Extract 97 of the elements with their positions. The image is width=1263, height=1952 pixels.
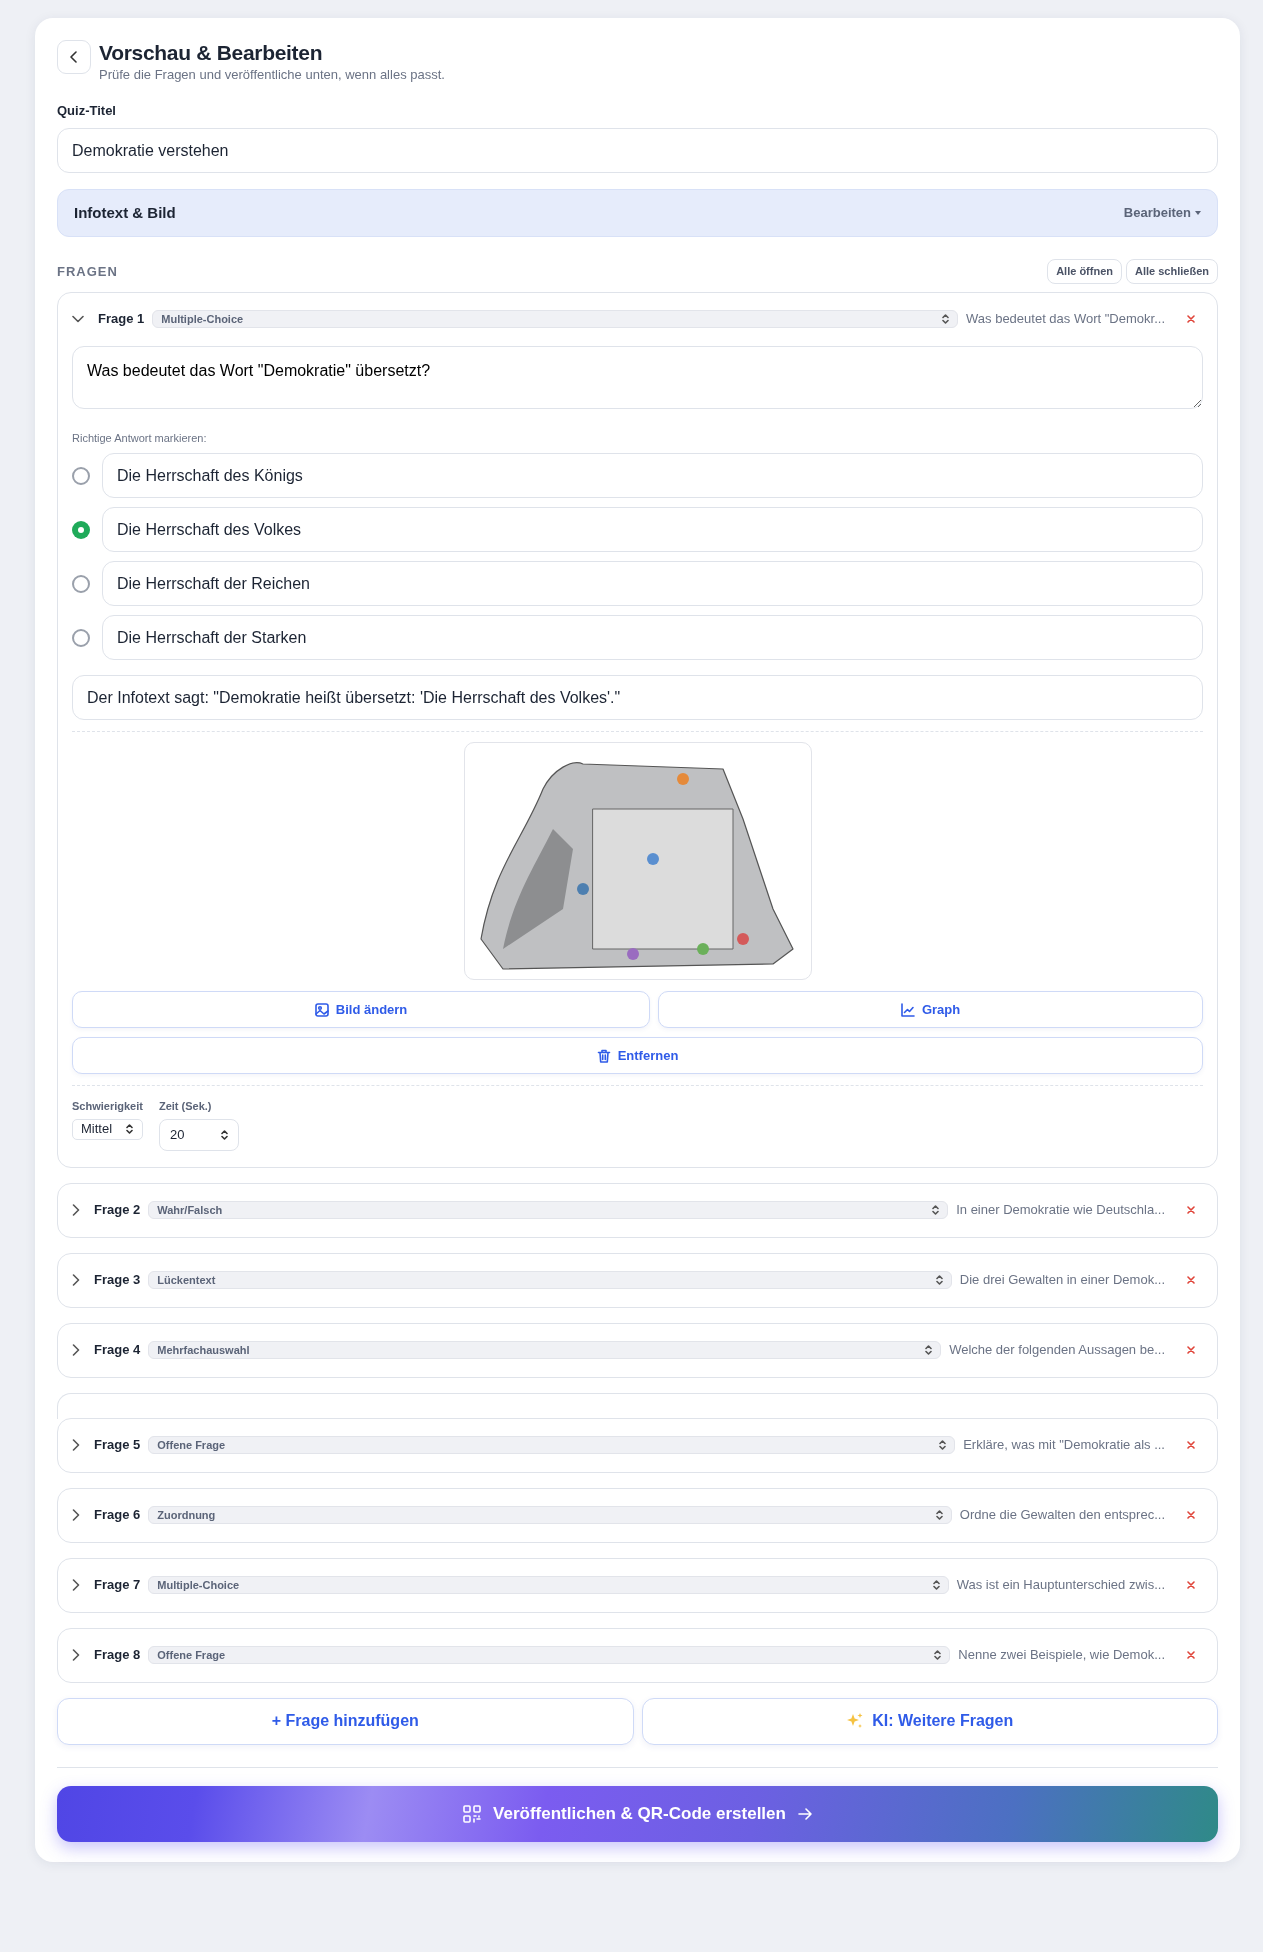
chevron-right-icon <box>72 1274 80 1287</box>
back-button[interactable] <box>57 40 91 74</box>
question-label: Frage 8 <box>94 1646 141 1665</box>
question-preview: Nenne zwei Beispiele, wie Demok... <box>958 1646 1165 1665</box>
question-type-select[interactable]: Multiple-Choice <box>152 310 958 329</box>
close-icon <box>1187 1511 1195 1520</box>
chevron-right-icon <box>72 1439 80 1452</box>
updown-chevron-icon <box>932 1205 940 1216</box>
question-type-select[interactable]: Wahr/Falsch <box>148 1201 949 1220</box>
question-label: Frage 3 <box>94 1271 141 1290</box>
question-type-select[interactable]: Zuordnung <box>148 1506 952 1525</box>
updown-chevron-icon <box>932 1580 940 1591</box>
updown-chevron-icon <box>935 1275 943 1286</box>
question-preview: Die drei Gewalten in einer Demok... <box>959 1271 1165 1290</box>
ai-questions-button[interactable]: KI: Weitere Fragen <box>641 1697 1218 1745</box>
chevron-right-icon <box>72 1649 80 1662</box>
page-subtitle: Prüfe die Fragen und veröffentliche unten, wenn alles passt. <box>99 66 445 85</box>
difficulty-select[interactable]: Mittel <box>72 1118 143 1140</box>
updown-chevron-icon <box>939 1440 947 1451</box>
expand-toggle[interactable] <box>72 1274 80 1287</box>
graph-button[interactable]: Graph <box>658 991 1203 1029</box>
question-label: Frage 4 <box>94 1341 141 1360</box>
expand-toggle[interactable] <box>72 1579 80 1592</box>
line-chart-icon <box>900 1002 915 1017</box>
question-label: Frage 5 <box>94 1436 141 1455</box>
radio-button[interactable] <box>72 520 90 539</box>
radio-button[interactable] <box>72 574 90 593</box>
remove-button[interactable]: Entfernen <box>72 1037 1203 1075</box>
question-type-select[interactable]: Lückentext <box>148 1271 952 1290</box>
question-preview: Erkläre, was mit "Demokratie als ... <box>963 1436 1165 1455</box>
image-icon <box>314 1002 329 1017</box>
close-icon <box>1187 1206 1195 1215</box>
expand-toggle[interactable] <box>72 1204 80 1217</box>
trash-icon <box>596 1048 611 1063</box>
updown-chevron-icon <box>220 1129 228 1140</box>
question-type-select[interactable]: Mehrfachauswahl <box>148 1341 942 1360</box>
chevron-right-icon <box>72 1344 80 1357</box>
info-section-bar[interactable]: Infotext & Bild Bearbeiten <box>57 189 1218 238</box>
question-type-select[interactable]: Offene Frage <box>148 1436 956 1455</box>
collapse-toggle[interactable] <box>72 315 84 324</box>
answer-field[interactable]: Die Herrschaft der Reichen <box>102 561 1203 607</box>
updown-chevron-icon <box>935 1510 943 1521</box>
chevron-down-icon <box>72 315 84 324</box>
page-title: Vorschau & Bearbeiten <box>99 40 324 66</box>
chevron-right-icon <box>72 1204 80 1217</box>
question-label: Frage 6 <box>94 1506 141 1525</box>
expand-toggle[interactable] <box>72 1509 80 1522</box>
section-heading: FRAGEN <box>57 262 118 281</box>
close-icon <box>1187 315 1195 324</box>
arrow-right-icon <box>797 1807 812 1820</box>
updown-chevron-icon <box>126 1124 134 1135</box>
section-title: Infotext & Bild <box>74 202 176 223</box>
caret-down-icon <box>1195 211 1201 216</box>
updown-chevron-icon <box>942 314 949 325</box>
quiz-title-field[interactable]: Demokratie verstehen <box>57 128 1218 174</box>
answer-field[interactable]: Die Herrschaft des Königs <box>102 453 1203 499</box>
change-image-button[interactable]: Bild ändern <box>72 991 651 1029</box>
answers-label: Richtige Antwort markieren: <box>72 430 208 446</box>
expand-toggle[interactable] <box>72 1649 80 1662</box>
close-icon <box>1187 1441 1195 1450</box>
publish-button[interactable]: Veröffentlichen & QR-Code erstellen <box>57 1785 1218 1842</box>
collapse-all-button[interactable]: Alle schließen <box>1126 259 1218 284</box>
chevron-left-icon <box>69 51 79 63</box>
radio-button[interactable] <box>72 466 90 485</box>
edit-dropdown[interactable]: Bearbeiten <box>1123 203 1201 223</box>
close-icon <box>1187 1651 1195 1660</box>
expand-toggle[interactable] <box>72 1439 80 1452</box>
question-label: Frage 2 <box>94 1201 141 1220</box>
question-text-field[interactable]: Was bedeutet das Wort "Demokratie" übersetzt? <box>72 345 1203 409</box>
question-preview: Ordne die Gewalten den entsprec... <box>959 1506 1165 1525</box>
chevron-right-icon <box>72 1509 80 1522</box>
qr-code-icon <box>463 1804 482 1823</box>
close-icon <box>1187 1346 1195 1355</box>
close-icon <box>1187 1581 1195 1590</box>
updown-chevron-icon <box>934 1650 942 1661</box>
question-preview: In einer Demokratie wie Deutschla... <box>956 1201 1165 1220</box>
expand-toggle[interactable] <box>72 1344 80 1357</box>
field-label: Quiz-Titel <box>57 101 117 120</box>
setting-label: Schwierigkeit <box>72 1099 143 1115</box>
add-question-button[interactable]: + Frage hinzufügen <box>57 1697 634 1745</box>
time-number-field[interactable]: 20 <box>158 1118 239 1151</box>
setting-label: Zeit (Sek.) <box>158 1099 213 1115</box>
answer-field[interactable]: Die Herrschaft der Starken <box>102 615 1203 661</box>
question-label: Frage 7 <box>94 1576 141 1595</box>
close-icon <box>1187 1276 1195 1285</box>
question-preview: Welche der folgenden Aussagen be... <box>949 1341 1165 1360</box>
question-type-select[interactable]: Offene Frage <box>148 1646 951 1665</box>
updown-chevron-icon <box>925 1345 933 1356</box>
question-type-select[interactable]: Multiple-Choice <box>148 1576 949 1595</box>
answer-field[interactable]: Die Herrschaft des Volkes <box>102 507 1203 553</box>
question-preview: Was ist ein Hauptunterschied zwis... <box>956 1576 1165 1595</box>
question-label: Frage 1 <box>98 310 145 329</box>
chevron-right-icon <box>72 1579 80 1592</box>
question-preview: Was bedeutet das Wort "Demokr... <box>966 310 1165 329</box>
radio-button[interactable] <box>72 628 90 647</box>
expand-all-button[interactable]: Alle öffnen <box>1047 259 1122 284</box>
explanation-field[interactable]: Der Infotext sagt: "Demokratie heißt übersetzt: 'Die Herrschaft des Volkes'." <box>72 675 1203 721</box>
